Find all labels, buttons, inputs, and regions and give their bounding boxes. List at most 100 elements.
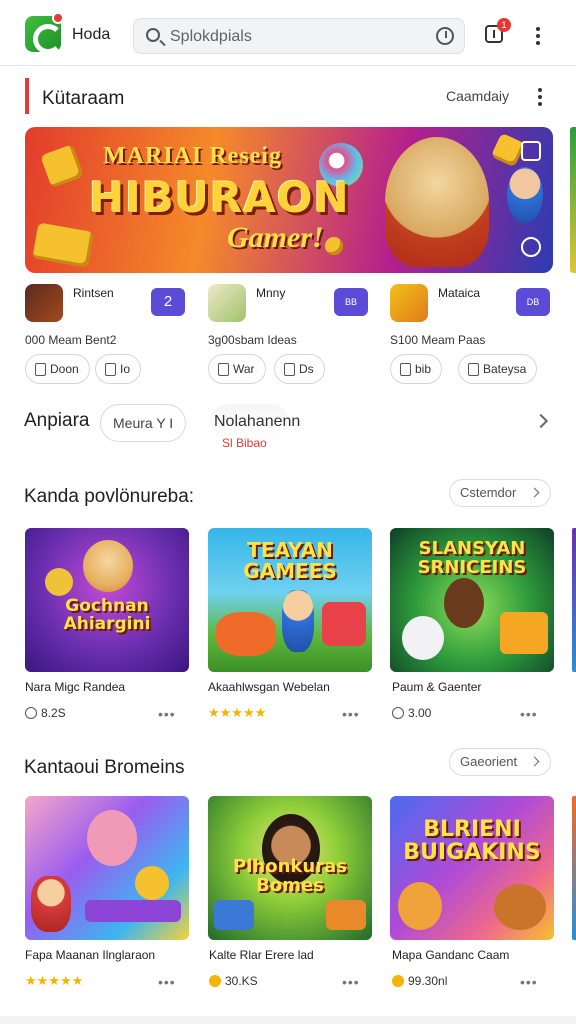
app-badge: DB — [516, 288, 550, 316]
game-name: Paum & Gaenter — [392, 680, 482, 694]
game-character — [45, 568, 73, 596]
more-options-icon[interactable]: ••• — [342, 974, 360, 990]
mascot-character — [385, 137, 489, 267]
more-options-icon[interactable]: ••• — [520, 974, 538, 990]
game-rating: 99.30nl — [392, 974, 447, 988]
section-link[interactable]: Caamdaiy — [446, 88, 509, 104]
game-card[interactable]: TEAYAN GAMEES — [208, 528, 372, 672]
gold-block-icon — [32, 222, 94, 268]
app-action-button[interactable]: War — [208, 354, 266, 384]
app-action-button[interactable]: Bateysa — [458, 354, 538, 384]
app-name: Rintsen — [73, 286, 114, 300]
star-rating: ★★★★★ — [25, 973, 84, 988]
app-icon — [208, 284, 246, 322]
chevron-right-icon[interactable] — [533, 413, 549, 429]
game-mascot — [83, 540, 133, 592]
search-icon — [146, 28, 160, 42]
section-menu-icon[interactable] — [538, 88, 542, 106]
game-character — [282, 590, 314, 652]
app-name: Mnny — [256, 286, 286, 300]
star-rating: ★★★★★ — [208, 705, 267, 720]
game-name: Kalte Rlar Erere lad — [209, 948, 314, 962]
tab-chip-sublabel: Sl Bibao — [222, 436, 267, 450]
game-rating: 3.00 — [392, 706, 431, 720]
game-art-title: SLANSYAN SRNICEINS — [417, 538, 527, 578]
next-banner-peek[interactable] — [570, 127, 576, 273]
game-rating: 30.KS — [209, 974, 258, 988]
hero-tagline: Gamer! — [227, 221, 324, 254]
game-name: Fapa Maanan Ilnglaraon — [25, 948, 156, 962]
game-art-title: Gochnan Ahiargini — [63, 596, 151, 634]
see-all-button[interactable]: Cstemdor — [449, 479, 551, 507]
gold-block-icon — [500, 612, 548, 654]
app-icon — [390, 284, 428, 322]
app-action-button[interactable]: Ds — [274, 354, 325, 384]
game-creature — [216, 612, 276, 656]
app-card[interactable]: Mnny BB 3g00sbam Ideas War Ds — [208, 284, 368, 384]
see-all-label: Gaeorient — [460, 754, 518, 769]
game-name: Nara Migc Randea — [25, 680, 126, 694]
coin-icon — [325, 237, 343, 255]
clock-icon — [392, 707, 404, 719]
coin-icon — [392, 975, 404, 987]
hero-title: HIBURAON — [89, 173, 350, 222]
treasure-chest-icon — [326, 900, 366, 930]
game-card[interactable]: Plhonkuras Bomes — [208, 796, 372, 940]
game-character — [31, 876, 71, 932]
game-mascot — [494, 884, 546, 930]
app-action-button[interactable]: bib — [390, 354, 443, 384]
next-card-peek — [572, 796, 576, 940]
see-all-button[interactable]: Gaeorient — [449, 748, 551, 776]
game-rating: 8.2S — [25, 706, 66, 720]
game-card[interactable]: Gochnan Ahiargini — [25, 528, 189, 672]
section-title: Kanda povlönureba: — [24, 486, 195, 507]
game-name: Akaahlwsgan Webelan — [208, 680, 330, 694]
bottom-edge — [0, 1016, 576, 1024]
game-ghost — [402, 616, 444, 660]
app-name: Hoda — [72, 26, 111, 43]
app-card[interactable]: Mataica DB S100 Meam Paas bib Bateysa — [390, 284, 554, 384]
tab-chip[interactable]: Meura Y I — [100, 404, 187, 442]
game-rating-value: 3.00 — [408, 706, 432, 720]
more-options-icon[interactable]: ••• — [158, 974, 176, 990]
expand-icon[interactable] — [521, 141, 541, 161]
app-meta: 000 Meam Bent2 — [25, 333, 117, 347]
game-block — [85, 900, 181, 922]
more-options-icon[interactable]: ••• — [520, 706, 538, 722]
top-bar: Hoda 1 — [0, 0, 576, 66]
history-icon[interactable] — [436, 27, 454, 45]
app-icon — [25, 284, 63, 322]
app-badge: BB — [334, 288, 368, 316]
app-action-button[interactable]: Io — [95, 354, 142, 384]
section-title: Kütaraam — [42, 88, 125, 109]
game-rating-value: 99.30nl — [408, 974, 448, 988]
game-block — [322, 602, 366, 646]
next-card-peek — [572, 528, 576, 672]
section-title: Kantaoui Bromeins — [24, 757, 185, 778]
see-all-label: Cstemdor — [460, 485, 517, 500]
gold-block-icon — [40, 144, 84, 188]
treasure-chest-icon — [214, 900, 254, 930]
chevron-right-icon — [529, 487, 540, 498]
game-art-title: Plhonkuras Bomes — [233, 856, 347, 896]
logo-notification-dot — [52, 12, 64, 24]
game-rating-value: 8.2S — [41, 706, 66, 720]
game-character — [444, 578, 484, 628]
more-options-icon[interactable]: ••• — [158, 706, 176, 722]
section-accent-bar — [25, 78, 29, 114]
coin-icon — [209, 975, 221, 987]
game-card[interactable]: BLRIENI BUIGAKINS — [390, 796, 554, 940]
app-meta: 3g00sbam Ideas — [208, 333, 297, 347]
game-art-title: BLRIENI BUIGAKINS — [403, 817, 541, 866]
search-bar[interactable] — [133, 18, 465, 54]
game-rating-value: 30.KS — [225, 974, 258, 988]
game-card[interactable] — [25, 796, 189, 940]
more-options-icon[interactable]: ••• — [342, 706, 360, 722]
game-card[interactable]: SLANSYAN SRNICEINS — [390, 528, 554, 672]
settings-icon[interactable] — [521, 237, 541, 257]
app-card[interactable]: Rintsen 2 000 Meam Bent2 Doon Io — [25, 284, 185, 384]
overflow-menu-icon[interactable] — [536, 27, 540, 45]
search-input[interactable] — [170, 27, 420, 47]
hero-banner[interactable]: MARIAI Reseig HIBURAON Gamer! — [25, 127, 553, 273]
app-action-button[interactable]: Doon — [25, 354, 90, 384]
